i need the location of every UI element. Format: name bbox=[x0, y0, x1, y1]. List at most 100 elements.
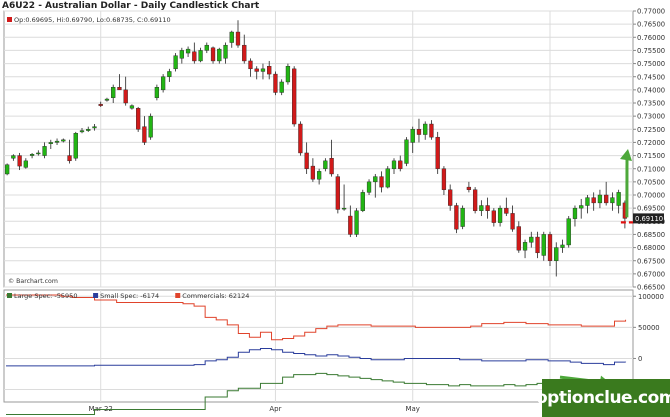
candle-up bbox=[160, 76, 166, 91]
price-ytick-label: 0.72000 bbox=[637, 139, 665, 147]
small-spec-legend-label: Small Spec: -6174 bbox=[100, 292, 159, 300]
candle-up bbox=[29, 154, 35, 156]
candle-down bbox=[254, 68, 259, 72]
cot-ytick-label: 0 bbox=[638, 355, 642, 363]
price-ytick-label: 0.70000 bbox=[637, 192, 665, 200]
price-ytick-label: 0.72500 bbox=[637, 126, 665, 134]
candle-up bbox=[479, 205, 484, 211]
candle-up bbox=[54, 140, 60, 143]
candle-down bbox=[516, 226, 521, 251]
price-ytick-label: 0.76500 bbox=[637, 21, 665, 29]
candle-up bbox=[360, 192, 365, 211]
candle-down bbox=[416, 129, 422, 135]
candle-up bbox=[541, 234, 546, 256]
optionclue-watermark: optionclue.com bbox=[536, 379, 670, 417]
x-tick-label: May bbox=[405, 405, 419, 413]
price-ytick-label: 0.66500 bbox=[637, 284, 665, 292]
candle-down bbox=[348, 215, 353, 235]
candle-up bbox=[354, 210, 359, 235]
candle-up bbox=[323, 160, 328, 169]
candle-up bbox=[198, 50, 203, 62]
large-spec-legend-label: Large Spec: -55950 bbox=[14, 292, 77, 300]
candle-up bbox=[316, 171, 322, 180]
candle-up bbox=[179, 50, 184, 59]
candle-up bbox=[23, 160, 28, 168]
commercials-legend-swatch bbox=[175, 293, 181, 298]
candle-up bbox=[497, 207, 503, 223]
candle-up bbox=[585, 197, 590, 206]
candle-down bbox=[329, 157, 334, 175]
candle-down bbox=[454, 205, 459, 230]
candle-up bbox=[410, 129, 415, 143]
candle-up bbox=[285, 65, 291, 83]
candle-up bbox=[572, 207, 578, 219]
price-ytick-label: 0.75000 bbox=[637, 60, 665, 68]
candle-up bbox=[391, 160, 397, 169]
candle-down bbox=[242, 44, 247, 62]
price-ytick-label: 0.67500 bbox=[637, 257, 665, 265]
candle-down bbox=[448, 189, 453, 206]
large-spec-legend-swatch bbox=[7, 293, 12, 298]
price-ytick-label: 0.77000 bbox=[637, 8, 665, 16]
cot-ytick-label: 100000 bbox=[638, 293, 664, 301]
candle-down bbox=[136, 108, 141, 130]
candle-down bbox=[435, 136, 440, 169]
candle-up bbox=[366, 181, 372, 193]
price-ytick-label: 0.69500 bbox=[637, 205, 665, 213]
candle-up bbox=[597, 194, 603, 204]
candle-down bbox=[273, 73, 278, 93]
candle-down bbox=[379, 176, 384, 188]
candle-down bbox=[267, 65, 272, 75]
candle-down bbox=[235, 31, 241, 46]
candle-up bbox=[73, 133, 78, 159]
candle-down bbox=[547, 234, 553, 261]
last-price-label: 0.69110 bbox=[635, 215, 663, 223]
x-tick-label: Apr bbox=[269, 405, 281, 413]
candle-down bbox=[591, 197, 596, 204]
candle-up bbox=[554, 247, 559, 261]
candle-up bbox=[223, 44, 228, 59]
candle-up bbox=[566, 218, 571, 246]
price-ytick-label: 0.67000 bbox=[637, 270, 665, 278]
candle-up bbox=[167, 71, 172, 77]
candle-down bbox=[310, 165, 316, 180]
candle-down bbox=[485, 205, 490, 211]
candle-up bbox=[204, 44, 209, 51]
candle-down bbox=[441, 168, 447, 190]
candle-up bbox=[385, 168, 390, 188]
watermark-text: optionclue.com bbox=[535, 388, 670, 408]
candle-up bbox=[154, 87, 160, 98]
candle-down bbox=[117, 87, 122, 91]
candle-up bbox=[460, 207, 465, 227]
ohlc-legend-text: Op:0.69695, Hi:0.69790, Lo:0.68735, C:0.… bbox=[14, 16, 171, 24]
ohlc-legend-swatch bbox=[7, 17, 12, 22]
candle-up bbox=[341, 207, 347, 210]
candle-up bbox=[36, 152, 41, 155]
commercials-legend-label: Commercials: 62124 bbox=[182, 292, 249, 300]
candle-up bbox=[48, 142, 53, 144]
price-ytick-label: 0.68500 bbox=[637, 231, 665, 239]
candle-up bbox=[173, 55, 178, 70]
candle-up bbox=[11, 155, 16, 159]
candle-down bbox=[304, 152, 309, 169]
candle-up bbox=[529, 236, 534, 243]
candle-up bbox=[279, 81, 284, 93]
candle-up bbox=[560, 244, 565, 248]
candle-up bbox=[404, 139, 409, 164]
candle-up bbox=[111, 87, 116, 98]
candle-down bbox=[292, 68, 297, 125]
candle-down bbox=[504, 207, 509, 214]
candle-down bbox=[17, 155, 22, 167]
candle-down bbox=[67, 155, 72, 162]
candle-up bbox=[185, 48, 191, 54]
candle-up bbox=[217, 48, 222, 62]
candle-down bbox=[398, 160, 403, 169]
candle-up bbox=[86, 129, 91, 131]
candle-down bbox=[335, 176, 340, 210]
candle-down bbox=[298, 123, 303, 154]
candle-down bbox=[248, 60, 253, 70]
candle-up bbox=[148, 115, 153, 138]
candle-down bbox=[429, 123, 434, 138]
price-ytick-label: 0.71000 bbox=[637, 165, 665, 173]
price-ytick-label: 0.71500 bbox=[637, 152, 665, 160]
